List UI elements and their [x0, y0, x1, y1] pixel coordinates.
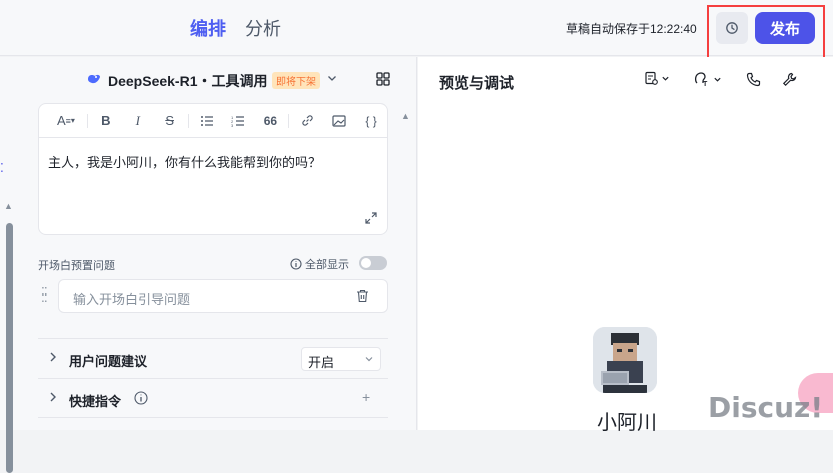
draft-status: 草稿自动保存于12:22:40	[566, 22, 697, 36]
numbered-list-icon[interactable]: 123	[223, 109, 255, 133]
phone-icon[interactable]	[746, 72, 761, 87]
image-icon[interactable]	[323, 109, 355, 133]
suggestion-select[interactable]: 开启	[301, 347, 381, 371]
info-icon	[290, 258, 302, 270]
document-settings-icon	[645, 71, 658, 85]
watermark: Discuz!	[708, 391, 824, 424]
highlight-box	[707, 5, 825, 65]
more-icon: ⁚	[0, 161, 4, 175]
suggestion-title: 用户问题建议	[69, 354, 148, 369]
show-all-control: 全部显示	[290, 256, 349, 272]
svg-text:3: 3	[231, 123, 234, 127]
chevron-down-icon	[662, 76, 669, 81]
svg-text:T: T	[703, 81, 708, 87]
deepseek-logo-icon	[88, 74, 100, 84]
bot-avatar	[593, 327, 657, 393]
scroll-up-icon[interactable]: ▲	[4, 201, 13, 211]
record-settings-button[interactable]	[644, 71, 670, 86]
drag-handle-icon[interactable]: ⁚⁚ ⁚⁚	[41, 286, 48, 304]
text-style-icon[interactable]: A ≡ ▾	[47, 109, 85, 133]
opener-question-input[interactable]: 输入开场白引导问题	[58, 279, 388, 313]
model-name: DeepSeek-R1・工具调用	[108, 73, 268, 89]
deprecation-badge: 即将下架	[272, 72, 320, 89]
chevron-right-icon[interactable]	[48, 391, 58, 403]
add-shortcut-icon[interactable]: +	[362, 389, 370, 405]
chevron-down-icon	[365, 357, 373, 362]
variable-icon[interactable]: { }	[355, 109, 387, 133]
expand-icon[interactable]	[365, 212, 377, 224]
strikethrough-icon[interactable]: S	[154, 109, 186, 133]
chevron-down-icon	[714, 77, 721, 82]
link-icon[interactable]	[291, 109, 323, 133]
shortcut-title: 快捷指令	[69, 394, 122, 409]
voice-text-icon: T	[694, 72, 708, 87]
quote-icon[interactable]: 66	[254, 109, 286, 133]
config-panel: DeepSeek-R1・工具调用 即将下架 ⁚ ▲ ▲ A≡▾ B I S	[0, 57, 417, 473]
bot-name: 小阿川	[597, 412, 657, 434]
preview-title: 预览与调试	[439, 75, 515, 92]
opener-editor[interactable]: A ≡ ▾ B I S 123 66 { } 主人，我是小阿川，你有什么我能帮到你的…	[38, 103, 388, 235]
opener-text[interactable]: 主人，我是小阿川，你有什么我能帮到你的吗？	[48, 152, 321, 171]
shortcut-row[interactable]: 快捷指令 +	[38, 378, 388, 418]
model-selector[interactable]: DeepSeek-R1・工具调用 即将下架	[0, 57, 417, 101]
user-question-suggestion-row[interactable]: 用户问题建议 开启	[38, 338, 388, 378]
avatar-image	[593, 327, 657, 393]
suggestion-select-value: 开启	[308, 355, 335, 370]
bold-icon[interactable]: B	[90, 109, 122, 133]
info-icon[interactable]	[134, 391, 148, 405]
show-all-toggle[interactable]	[359, 256, 387, 270]
show-all-label: 全部显示	[305, 259, 349, 271]
wrench-icon[interactable]	[782, 72, 797, 87]
trash-icon[interactable]	[356, 289, 369, 303]
voice-settings-button[interactable]: T	[694, 71, 722, 87]
scrollbar-thumb[interactable]	[6, 223, 13, 473]
editor-toolbar: A ≡ ▾ B I S 123 66 { }	[39, 104, 387, 138]
chevron-right-icon[interactable]	[48, 351, 58, 363]
chevron-down-icon[interactable]	[326, 72, 338, 84]
layout-grid-icon[interactable]	[376, 72, 390, 86]
editor-scroll-up-icon[interactable]: ▲	[401, 111, 410, 121]
scrollbar[interactable]: ⁚ ▲	[0, 101, 20, 473]
bullet-list-icon[interactable]	[191, 109, 223, 133]
tab-edit[interactable]: 编排	[190, 15, 226, 41]
opener-questions-label: 开场白预置问题	[38, 260, 115, 272]
italic-icon[interactable]: I	[122, 109, 154, 133]
opener-question-placeholder: 输入开场白引导问题	[73, 292, 191, 307]
tab-analyze[interactable]: 分析	[245, 15, 281, 41]
preview-panel: 预览与调试 T 小阿川 Discuz!	[418, 57, 833, 434]
